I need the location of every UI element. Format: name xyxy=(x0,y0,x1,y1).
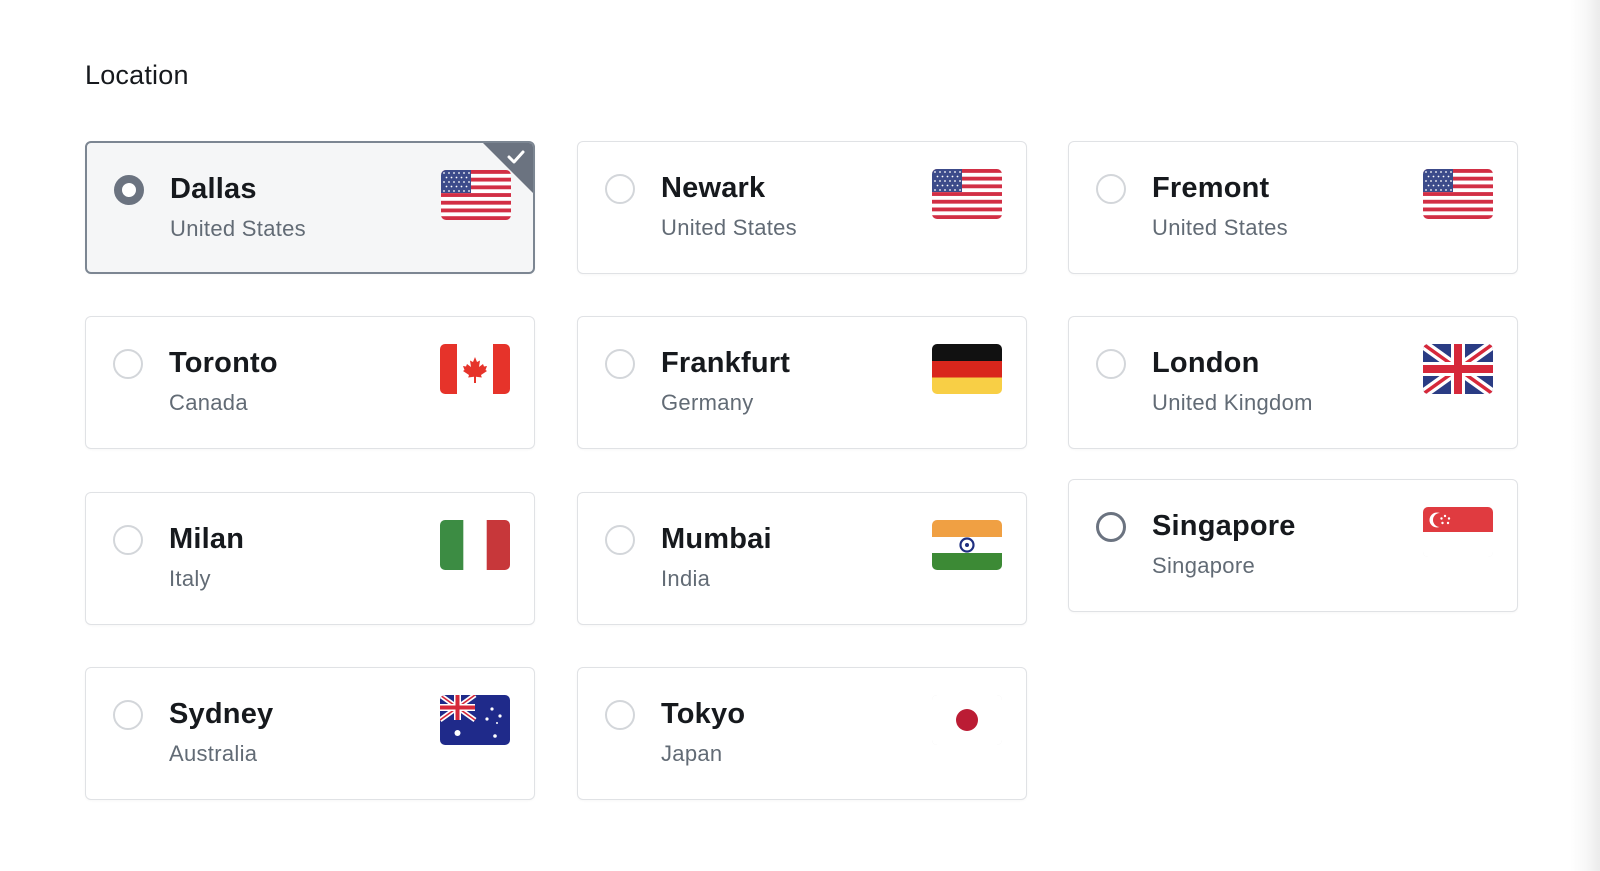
radio-button[interactable] xyxy=(605,174,635,204)
location-card-tokyo[interactable]: Tokyo Japan xyxy=(577,667,1027,800)
location-card-newark[interactable]: Newark United States xyxy=(577,141,1027,274)
location-card-sydney[interactable]: Sydney Australia xyxy=(85,667,535,800)
city-name: Toronto xyxy=(169,347,278,379)
india-flag-icon xyxy=(932,520,1002,570)
japan-flag-icon xyxy=(932,695,1002,745)
location-card-mumbai[interactable]: Mumbai India xyxy=(577,492,1027,625)
country-name: Japan xyxy=(661,741,723,766)
radio-button[interactable] xyxy=(113,700,143,730)
country-name: Canada xyxy=(169,390,248,415)
italy-flag-icon xyxy=(440,520,510,570)
country-name: Germany xyxy=(661,390,754,415)
section-title: Location xyxy=(85,60,189,90)
city-name: Frankfurt xyxy=(661,347,791,379)
radio-button[interactable] xyxy=(113,349,143,379)
scrollbar-edge xyxy=(1570,0,1600,871)
city-name: Fremont xyxy=(1152,172,1270,204)
location-card-fremont[interactable]: Fremont United States xyxy=(1068,141,1518,274)
location-card-dallas[interactable]: Dallas United States xyxy=(85,141,535,274)
city-name: Dallas xyxy=(170,173,257,205)
country-name: United States xyxy=(170,216,306,241)
uk-flag-icon xyxy=(1423,344,1493,394)
us-flag-icon xyxy=(1423,169,1493,219)
city-name: Tokyo xyxy=(661,698,746,730)
radio-button[interactable] xyxy=(605,700,635,730)
radio-button[interactable] xyxy=(114,175,144,205)
location-card-toronto[interactable]: Toronto Canada xyxy=(85,316,535,449)
location-card-singapore[interactable]: Singapore Singapore xyxy=(1068,479,1518,612)
city-name: Mumbai xyxy=(661,523,772,555)
location-card-frankfurt[interactable]: Frankfurt Germany xyxy=(577,316,1027,449)
selected-check-icon xyxy=(482,143,533,194)
radio-button[interactable] xyxy=(1096,512,1126,542)
radio-button[interactable] xyxy=(605,349,635,379)
country-name: Singapore xyxy=(1152,553,1255,578)
australia-flag-icon xyxy=(440,695,510,745)
location-card-milan[interactable]: Milan Italy xyxy=(85,492,535,625)
country-name: Australia xyxy=(169,741,258,766)
location-card-london[interactable]: London United Kingdom xyxy=(1068,316,1518,449)
country-name: United Kingdom xyxy=(1152,390,1313,415)
city-name: Newark xyxy=(661,172,766,204)
country-name: United States xyxy=(661,215,797,240)
radio-button[interactable] xyxy=(1096,174,1126,204)
us-flag-icon xyxy=(932,169,1002,219)
germany-flag-icon xyxy=(932,344,1002,394)
city-name: London xyxy=(1152,347,1260,379)
country-name: India xyxy=(661,566,711,591)
radio-button[interactable] xyxy=(113,525,143,555)
city-name: Milan xyxy=(169,523,245,555)
country-name: United States xyxy=(1152,215,1288,240)
location-page: Location Dallas United States Newark Uni… xyxy=(0,0,1600,871)
city-name: Sydney xyxy=(169,698,274,730)
city-name: Singapore xyxy=(1152,510,1296,542)
country-name: Italy xyxy=(169,566,211,591)
radio-button[interactable] xyxy=(605,525,635,555)
singapore-flag-icon xyxy=(1423,507,1493,557)
canada-flag-icon xyxy=(440,344,510,394)
radio-button[interactable] xyxy=(1096,349,1126,379)
